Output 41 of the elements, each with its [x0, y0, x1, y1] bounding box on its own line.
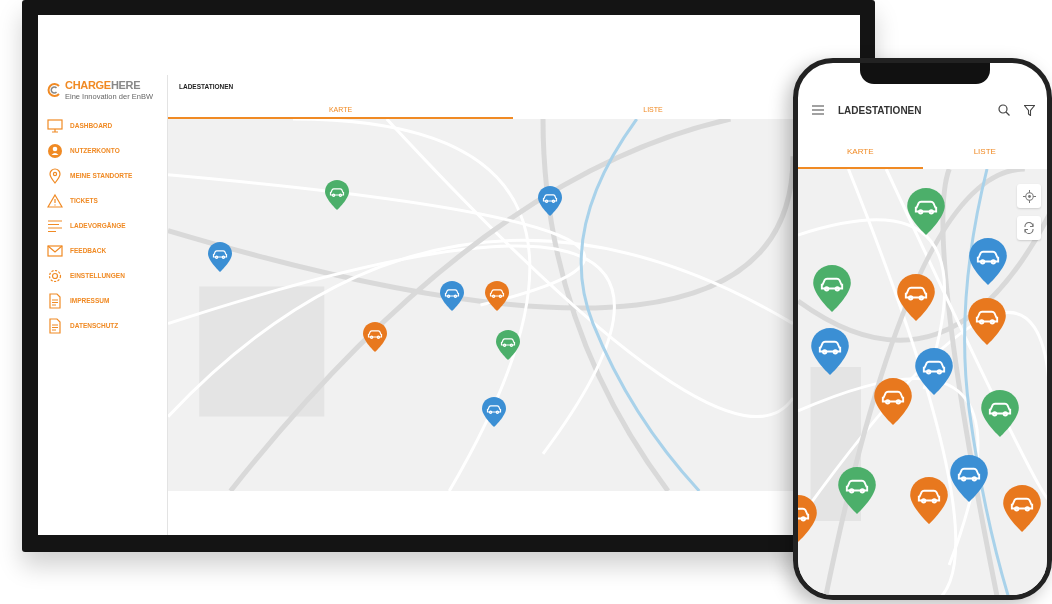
charging-station-pin[interactable]: [950, 455, 988, 502]
warning-icon: [47, 192, 63, 209]
page-title: LADESTATIONEN: [838, 104, 923, 116]
charging-station-pin[interactable]: [897, 274, 935, 321]
charging-station-pin[interactable]: [915, 348, 953, 395]
filter-icon[interactable]: [1024, 104, 1035, 116]
charging-station-pin[interactable]: [538, 186, 562, 216]
charging-station-pin[interactable]: [813, 265, 851, 312]
crosshair-icon: [1022, 189, 1036, 203]
charging-station-pin[interactable]: [907, 188, 945, 235]
charging-station-pin[interactable]: [968, 298, 1006, 345]
charging-station-pin[interactable]: [969, 238, 1007, 285]
charging-station-pin[interactable]: [440, 281, 464, 311]
envelope-icon: [47, 242, 63, 259]
settings-icon: [47, 267, 63, 284]
charging-station-pin[interactable]: [981, 390, 1019, 437]
charging-station-pin[interactable]: [325, 180, 349, 210]
list-icon: [47, 217, 63, 234]
logo-icon: [46, 82, 62, 98]
charging-station-pin[interactable]: [496, 330, 520, 360]
charging-station-pin[interactable]: [363, 322, 387, 352]
menu-icon[interactable]: [812, 105, 824, 115]
charging-station-pin[interactable]: [485, 281, 509, 311]
charging-station-pin[interactable]: [811, 328, 849, 375]
search-icon[interactable]: [998, 104, 1010, 116]
user-icon: [47, 142, 63, 159]
charging-station-pin[interactable]: [208, 242, 232, 272]
monitor-icon: [47, 117, 63, 134]
brand-logo: CHARGEHERE: [65, 79, 142, 91]
charging-station-pin[interactable]: [838, 467, 876, 514]
charging-station-pin[interactable]: [874, 378, 912, 425]
tab[interactable]: LISTE: [922, 136, 1047, 169]
charging-station-pin[interactable]: [482, 397, 506, 427]
locate-button[interactable]: [1017, 184, 1041, 208]
location-pin-icon: [47, 167, 63, 184]
document-icon: [47, 317, 63, 334]
charging-station-pin[interactable]: [910, 477, 948, 524]
refresh-button[interactable]: [1017, 216, 1041, 240]
refresh-icon: [1023, 222, 1035, 234]
document-icon: [47, 292, 63, 309]
charging-station-pin[interactable]: [1003, 485, 1041, 532]
